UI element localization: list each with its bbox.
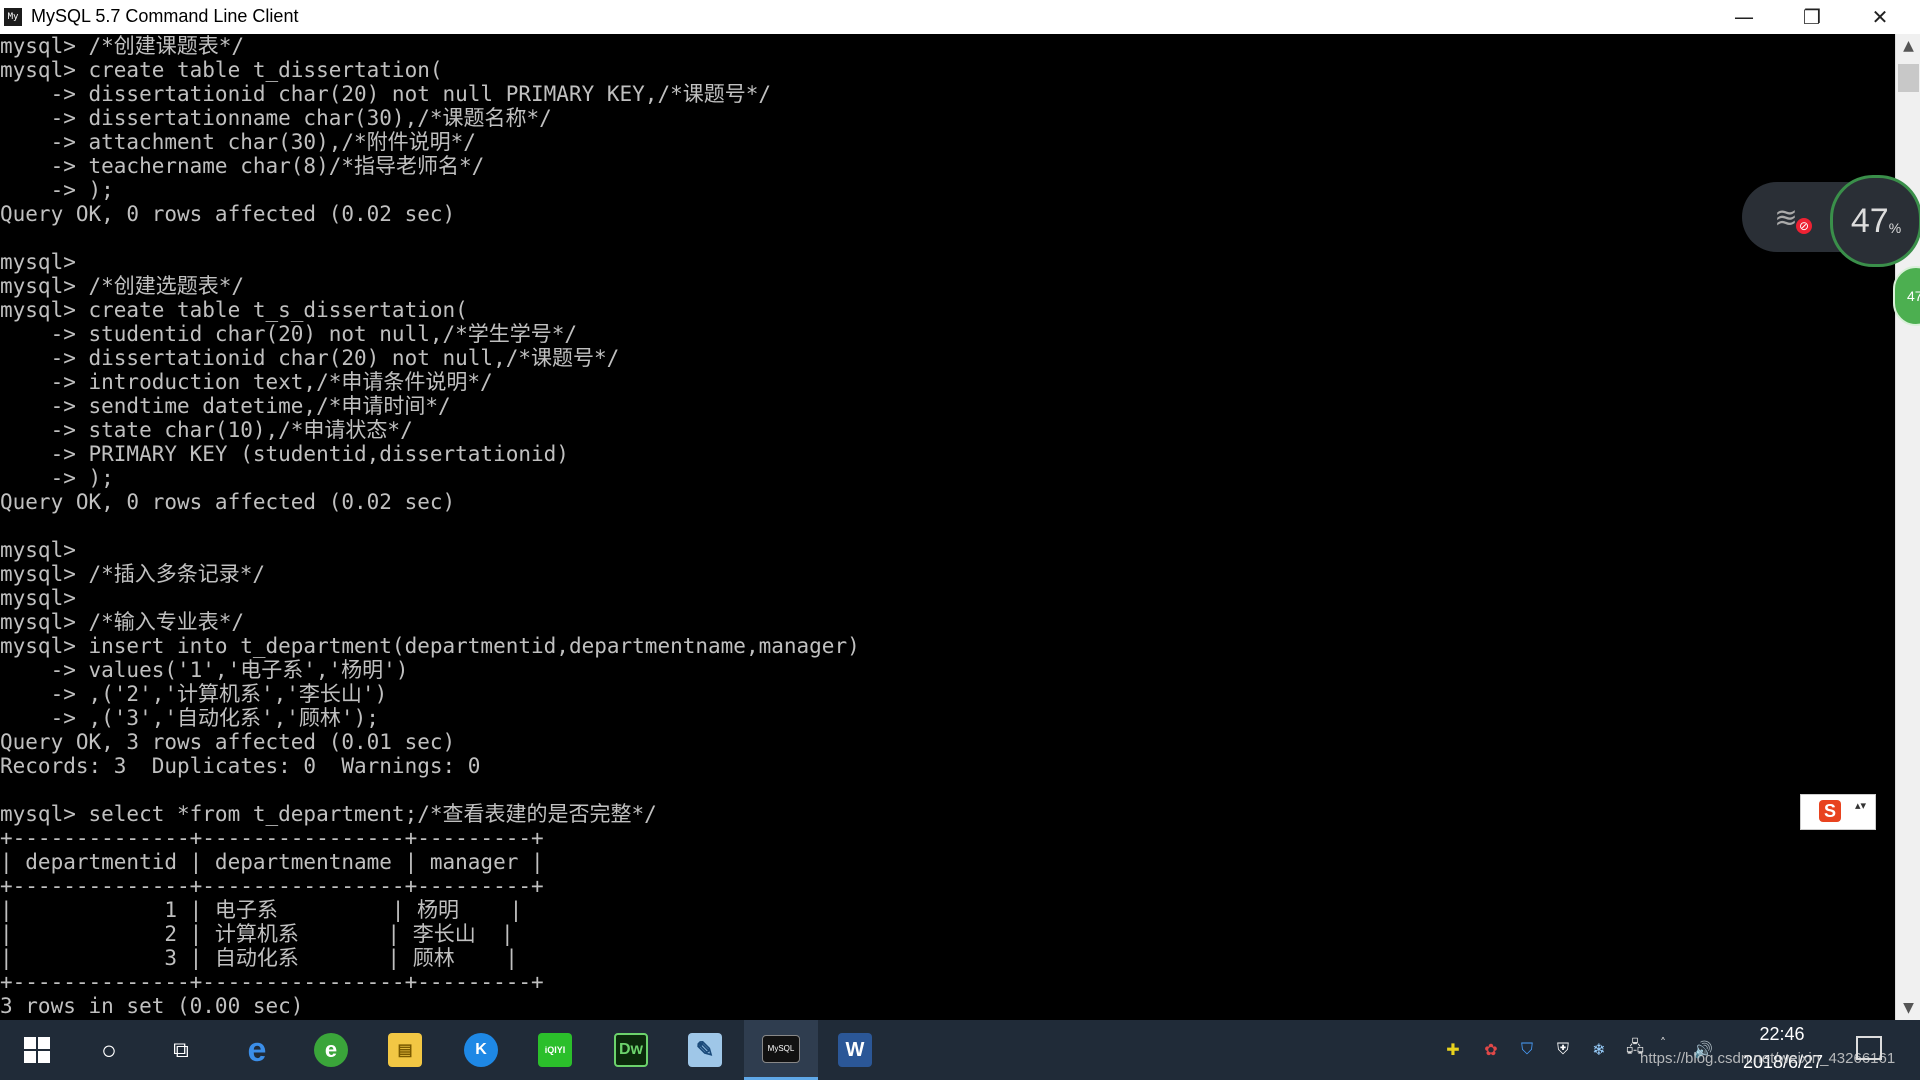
console-line: mysql> /*创建课题表*/ (0, 34, 245, 58)
sogou-ime-icon[interactable]: S (1819, 800, 1841, 822)
console-line: -> dissertationid char(20) not null,/*课题… (0, 346, 620, 370)
scroll-up-arrow-icon[interactable]: ▲ (1896, 34, 1920, 58)
clock-time[interactable]: 22:46 (1742, 1024, 1822, 1045)
console-line: Records: 3 Duplicates: 0 Warnings: 0 (0, 754, 481, 778)
console-line: +--------------+----------------+-------… (0, 874, 544, 898)
notes-icon: ✎ (688, 1033, 722, 1067)
task-view-button[interactable]: ⧉ (144, 1020, 218, 1080)
console-line: -> dissertationname char(30),/*课题名称*/ (0, 106, 552, 130)
restore-button[interactable]: ❐ (1778, 0, 1846, 34)
console-output[interactable]: mysql> /*创建课题表*/ mysql> create table t_d… (0, 34, 1895, 1020)
console-line: Query OK, 3 rows affected (0.01 sec) (0, 730, 456, 754)
search-circle-icon: ○ (101, 1034, 117, 1065)
console-line: -> ); (0, 466, 114, 490)
taskbar-app-notes[interactable]: ✎ (668, 1020, 742, 1080)
console-line: +--------------+----------------+-------… (0, 970, 544, 994)
console-line: Query OK, 0 rows affected (0.02 sec) (0, 490, 456, 514)
windows-logo-icon (24, 1037, 50, 1063)
console-line: -> dissertationid char(20) not null PRIM… (0, 82, 772, 106)
console-line: -> ); (0, 178, 114, 202)
console-line: 3 rows in set (0.00 sec) (0, 994, 304, 1018)
search-button[interactable]: ○ (72, 1020, 146, 1080)
tray-security-icon[interactable]: ⛨ (1550, 1036, 1576, 1062)
percent-sign: % (1888, 220, 1902, 236)
taskbar-app-edge[interactable]: e (220, 1020, 294, 1080)
console-line: | 1 | 电子系 | 杨明 | (0, 898, 523, 922)
console-line: mysql> create table t_s_dissertation( (0, 298, 468, 322)
console-line: mysql> insert into t_department(departme… (0, 634, 860, 658)
console-line: -> introduction text,/*申请条件说明*/ (0, 370, 493, 394)
console-line: mysql> /*输入专业表*/ (0, 610, 245, 634)
console-line: -> sendtime datetime,/*申请时间*/ (0, 394, 451, 418)
word-icon: W (838, 1033, 872, 1067)
task-view-icon: ⧉ (173, 1037, 189, 1062)
ime-toolbar[interactable]: S ▴▾ (1800, 794, 1876, 830)
console-line: -> state char(10),/*申请状态*/ (0, 418, 413, 442)
console-text: mysql> /*创建课题表*/ mysql> create table t_d… (0, 34, 1895, 1018)
tray-flower-icon[interactable]: ✿ (1478, 1036, 1504, 1062)
tray-snowflake-icon[interactable]: ❄ (1586, 1036, 1612, 1062)
action-center-icon[interactable] (1856, 1036, 1882, 1060)
network-usage-gauge[interactable]: 47% (1830, 175, 1920, 267)
taskbar-app-kugou[interactable]: K (444, 1020, 518, 1080)
console-line: -> PRIMARY KEY (studentid,dissertationid… (0, 442, 569, 466)
window-title: MySQL 5.7 Command Line Client (31, 6, 299, 26)
console-line: mysql> (0, 538, 76, 562)
wifi-disconnected-icon: ≋ ⊘ (1764, 200, 1812, 234)
console-line: mysql> (0, 586, 76, 610)
kugou-icon: K (464, 1033, 498, 1067)
taskbar-app-file-explorer[interactable]: ▤ (368, 1020, 442, 1080)
mysql-app-icon: My (4, 8, 22, 26)
taskbar-app-360-browser[interactable]: e (294, 1020, 368, 1080)
console-line: mysql> (0, 250, 76, 274)
dreamweaver-icon: Dw (614, 1033, 648, 1067)
console-line: mysql> select *from t_department;/*查看表建的… (0, 802, 657, 826)
console-line: -> ,('2','计算机系','李长山') (0, 682, 388, 706)
edge-icon: e (247, 1030, 267, 1069)
start-button[interactable] (0, 1020, 74, 1080)
ime-menu-icon[interactable]: ▴▾ (1855, 800, 1866, 811)
mysql-console-icon: MySQL (762, 1034, 800, 1063)
scroll-thumb[interactable] (1898, 64, 1919, 92)
taskbar-app-dreamweaver[interactable]: Dw (594, 1020, 668, 1080)
taskbar-app-word[interactable]: W (818, 1020, 892, 1080)
title-bar: My MySQL 5.7 Command Line Client — ❐ ✕ (0, 0, 1920, 34)
console-line: -> attachment char(30),/*附件说明*/ (0, 130, 476, 154)
side-float-badge[interactable]: 47 (1893, 266, 1920, 326)
tray-plus-icon[interactable]: ✚ (1440, 1036, 1466, 1062)
console-line: | 2 | 计算机系 | 李长山 | (0, 922, 514, 946)
taskbar-app-iqiyi[interactable]: iQIYI (518, 1020, 592, 1080)
console-line: -> ,('3','自动化系','顾林'); (0, 706, 379, 730)
console-line: mysql> /*创建选题表*/ (0, 274, 245, 298)
console-line: | 3 | 自动化系 | 顾林 | (0, 946, 518, 970)
console-line: -> teachername char(8)/*指导老师名*/ (0, 154, 485, 178)
console-line: -> values('1','电子系','杨明') (0, 658, 409, 682)
browser-360-icon: e (314, 1033, 348, 1067)
console-line: +--------------+----------------+-------… (0, 826, 544, 850)
tray-shield-icon[interactable]: ⛉ (1514, 1036, 1540, 1062)
iqiyi-icon: iQIYI (538, 1033, 572, 1067)
blocked-icon: ⊘ (1796, 218, 1812, 234)
taskbar-app-mysql-console[interactable]: MySQL (744, 1020, 818, 1080)
folder-icon: ▤ (388, 1033, 422, 1067)
console-line: -> studentid char(20) not null,/*学生学号*/ (0, 322, 578, 346)
minimize-button[interactable]: — (1710, 0, 1778, 34)
console-line: mysql> create table t_dissertation( (0, 58, 443, 82)
close-button[interactable]: ✕ (1846, 0, 1914, 34)
scroll-down-arrow-icon[interactable]: ▼ (1896, 996, 1920, 1020)
network-percent-value: 47 (1850, 201, 1889, 240)
console-line: mysql> /*插入多条记录*/ (0, 562, 266, 586)
console-line: Query OK, 0 rows affected (0.02 sec) (0, 202, 456, 226)
console-line: | departmentid | departmentname | manage… (0, 850, 544, 874)
